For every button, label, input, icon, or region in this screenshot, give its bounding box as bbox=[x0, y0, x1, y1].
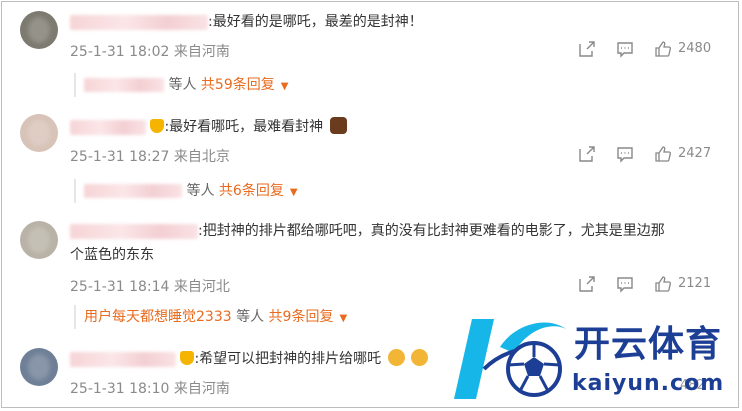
replies-summary[interactable]: 用户每天都想睡觉2333 等人 共9条回复 ▼ bbox=[74, 305, 347, 329]
username-blurred[interactable] bbox=[70, 14, 208, 30]
comment-location: 来自河南 bbox=[173, 381, 230, 397]
comment-text: :希望可以把封神的排片给哪吒 bbox=[194, 351, 382, 367]
comment-icon[interactable] bbox=[616, 145, 634, 167]
comment-date: 25-1-31 18:10 bbox=[70, 381, 170, 397]
avatar[interactable] bbox=[20, 11, 58, 49]
comment-text: :最好看的是哪吒，最差的是封神！ bbox=[208, 14, 423, 30]
comment-location: 来自河南 bbox=[173, 44, 230, 60]
emoji-icon bbox=[329, 117, 347, 134]
comment-text: :最好看哪吒，最难看封神 bbox=[164, 119, 324, 135]
watermark-title: 开云体育 bbox=[574, 324, 723, 365]
comment-text-line2: 个蓝色的东东 bbox=[70, 247, 154, 263]
comment-text-row: :希望可以把封神的排片给哪吒 bbox=[70, 348, 429, 370]
caret-down-icon: ▼ bbox=[339, 313, 348, 324]
vip-badge-icon bbox=[180, 351, 195, 365]
emoji-icon bbox=[387, 349, 405, 366]
caret-down-icon: ▼ bbox=[289, 187, 298, 198]
comment-text: :把封神的排片都给哪吒吧，真的没有比封神更难看的电影了，尤其是里边那 bbox=[198, 223, 665, 239]
reply-count: 共9条回复 bbox=[268, 309, 334, 325]
avatar[interactable] bbox=[20, 348, 58, 386]
replies-summary[interactable]: 等人 共6条回复 ▼ bbox=[74, 179, 298, 203]
avatar[interactable] bbox=[20, 221, 58, 259]
vip-badge-icon bbox=[150, 119, 165, 133]
comment-text-row: :最好看哪吒，最难看封神 bbox=[70, 116, 347, 138]
reply-user[interactable]: 用户每天都想睡觉2333 bbox=[84, 309, 232, 325]
comment-meta: 25-1-31 18:02 来自河南 bbox=[70, 41, 230, 61]
comment-meta: 25-1-31 18:14 来自河北 bbox=[70, 276, 230, 296]
username-blurred[interactable] bbox=[70, 223, 198, 239]
like-count: 2121 bbox=[678, 276, 712, 291]
reply-count: 共6条回复 bbox=[218, 183, 284, 199]
share-icon[interactable] bbox=[578, 275, 596, 297]
comment-icon[interactable] bbox=[616, 40, 634, 62]
comment-meta: 25-1-31 18:27 来自北京 bbox=[70, 146, 230, 166]
comment-date: 25-1-31 18:02 bbox=[70, 44, 170, 60]
like-icon bbox=[655, 146, 671, 162]
like-button[interactable]: 2427 bbox=[654, 145, 711, 167]
comment-location: 来自河北 bbox=[173, 279, 230, 295]
username-blurred[interactable] bbox=[70, 119, 146, 135]
comment-date: 25-1-31 18:14 bbox=[70, 279, 170, 295]
comment-actions: 2427 bbox=[578, 145, 738, 167]
reply-count: 共59条回复 bbox=[200, 77, 275, 93]
comment-date: 25-1-31 18:27 bbox=[70, 149, 170, 165]
share-icon[interactable] bbox=[578, 40, 596, 62]
comment-text-row: :把封神的排片都给哪吒吧，真的没有比封神更难看的电影了，尤其是里边那 bbox=[70, 220, 665, 242]
logo-mark-icon bbox=[454, 319, 566, 399]
watermark-logo: 开云体育 kaiyun.com bbox=[454, 307, 738, 407]
emoji-icon bbox=[411, 349, 429, 366]
replies-summary[interactable]: 等人 共59条回复 ▼ bbox=[74, 73, 288, 97]
watermark-subtitle: kaiyun.com bbox=[572, 371, 725, 396]
comment-text-row: :最好看的是哪吒，最差的是封神！ bbox=[70, 11, 423, 33]
comment-list: :最好看的是哪吒，最差的是封神！ 25-1-31 18:02 来自河南 2480… bbox=[1, 1, 739, 408]
comment-actions: 2480 bbox=[578, 40, 738, 62]
like-count: 2480 bbox=[678, 41, 712, 56]
avatar[interactable] bbox=[20, 114, 58, 152]
like-icon bbox=[655, 41, 671, 57]
comment-icon[interactable] bbox=[616, 275, 634, 297]
comment-location: 来自北京 bbox=[173, 149, 230, 165]
reply-user-blurred bbox=[84, 78, 164, 92]
caret-down-icon: ▼ bbox=[280, 81, 289, 92]
like-button[interactable]: 2121 bbox=[654, 275, 711, 297]
share-icon[interactable] bbox=[578, 145, 596, 167]
comment-actions: 2121 bbox=[578, 275, 738, 297]
reply-user-blurred bbox=[84, 184, 182, 198]
like-button[interactable]: 2480 bbox=[654, 40, 711, 62]
like-icon bbox=[655, 276, 671, 292]
username-blurred[interactable] bbox=[70, 351, 176, 367]
like-count: 2427 bbox=[678, 146, 712, 161]
comment-meta: 25-1-31 18:10 来自河南 bbox=[70, 378, 230, 398]
